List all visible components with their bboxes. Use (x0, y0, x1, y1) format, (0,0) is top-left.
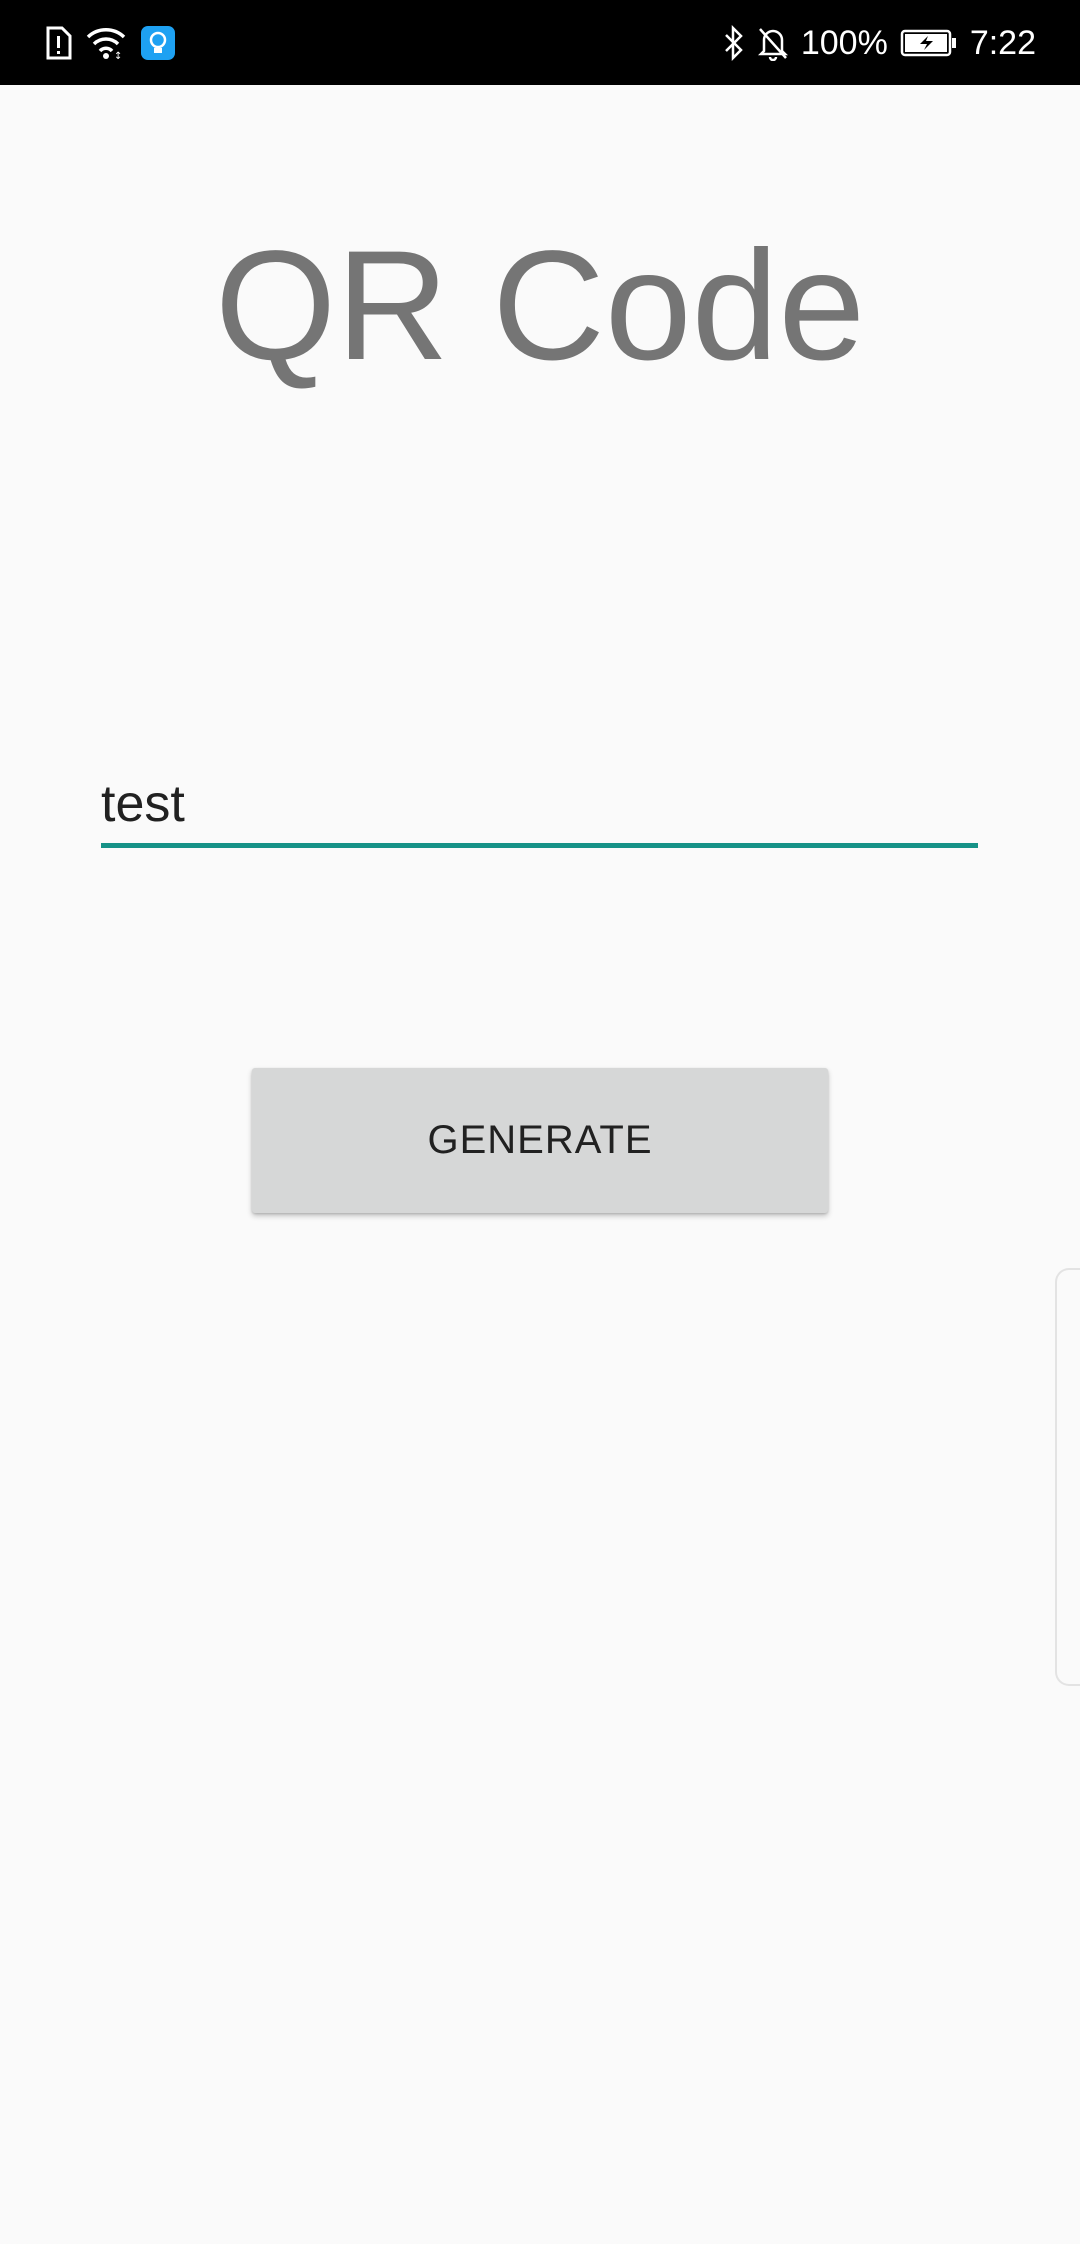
battery-percent: 100% (800, 23, 888, 62)
status-bar-left: ↕ (44, 0, 176, 85)
mute-bell-icon (757, 25, 789, 61)
text-input-container[interactable] (101, 764, 978, 848)
bluetooth-icon (723, 24, 745, 61)
status-bar: ↕ 100% 7:22 (0, 0, 1080, 85)
page-title: QR Code (214, 219, 866, 393)
status-bar-right: 100% 7:22 (723, 0, 1036, 85)
app-notification-icon (140, 25, 176, 61)
wifi-icon: ↕ (86, 26, 126, 60)
edge-panel-handle[interactable] (1055, 1268, 1080, 1686)
clock: 7:22 (969, 23, 1036, 62)
generate-button[interactable]: GENERATE (252, 1068, 828, 1213)
qr-text-input[interactable] (101, 764, 978, 844)
sim-alert-icon (44, 26, 72, 60)
battery-charging-icon (900, 28, 958, 58)
svg-text:↕: ↕ (114, 51, 122, 60)
